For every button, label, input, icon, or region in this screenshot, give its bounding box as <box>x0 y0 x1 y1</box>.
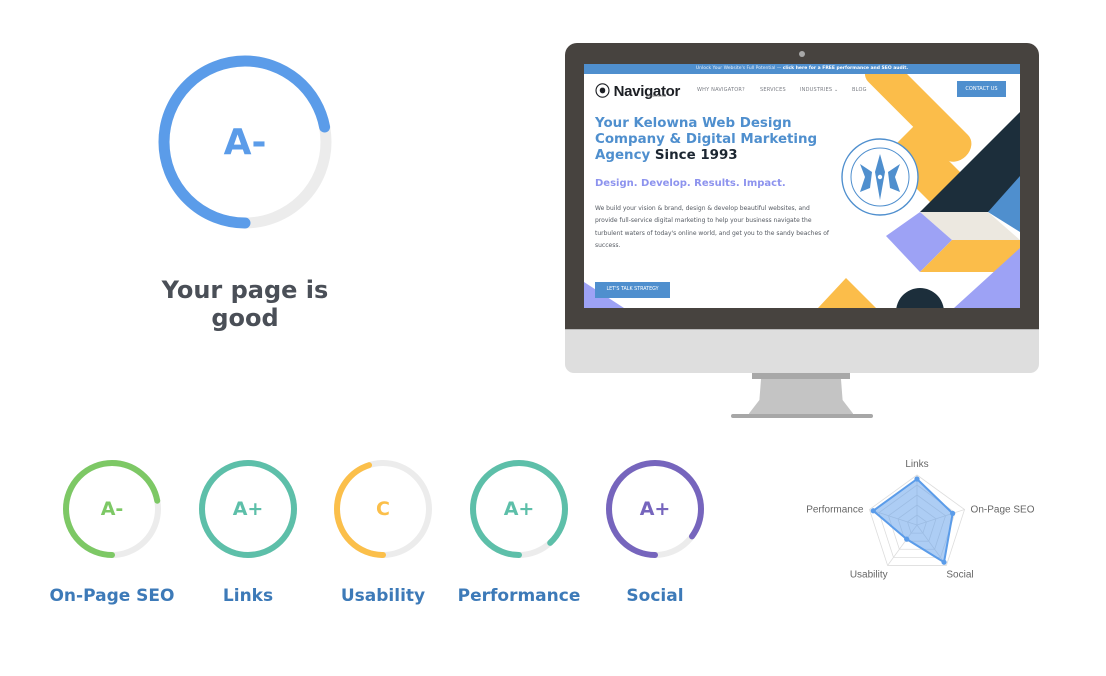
art-lavender-triangle <box>954 248 1020 308</box>
category-social: A+ Social <box>590 452 720 612</box>
hero-title: Your Kelowna Web Design Company & Digita… <box>595 116 835 164</box>
category-links: A+ Links <box>183 452 313 612</box>
radar-axis-label: Social <box>946 569 973 580</box>
monitor-stand-shadow <box>752 373 850 379</box>
radar-point-performance[interactable] <box>870 508 876 514</box>
radar-point-on-page-seo[interactable] <box>950 510 956 517</box>
category-label: Performance <box>457 586 581 606</box>
hero-body-text: We build your vision & brand, design & d… <box>595 205 829 250</box>
art-cream-block <box>920 212 1020 240</box>
announcement-bar[interactable]: Unlock Your Website's Full Potential — c… <box>584 64 1020 74</box>
category-on-page-seo: A- On-Page SEO <box>47 452 177 612</box>
compass-icon: ⦿ <box>595 83 614 100</box>
category-grade: C <box>376 498 390 520</box>
category-grade: A+ <box>232 498 264 520</box>
category-label: On-Page SEO <box>49 586 175 606</box>
radar-axis-label: On-Page SEO <box>971 505 1035 516</box>
nav-link-why-navigator[interactable]: WHY NAVIGATOR? <box>697 87 745 93</box>
anniversary-badge <box>841 138 919 216</box>
art-yellow-triangle <box>818 278 876 308</box>
announcement-link[interactable]: click here for a FREE performance and SE… <box>783 66 908 71</box>
category-label: Usability <box>340 586 426 606</box>
nav-link-services[interactable]: SERVICES <box>760 87 786 93</box>
category-usability: C Usability <box>318 452 448 612</box>
website-screenshot: Unlock Your Website's Full Potential — c… <box>584 64 1020 308</box>
contact-us-button[interactable]: CONTACT US <box>957 81 1006 97</box>
monitor-stand <box>749 373 853 418</box>
hero-title-dark: Since 1993 <box>654 148 738 163</box>
art-navy-triangle <box>920 112 1020 212</box>
website-preview-monitor: Unlock Your Website's Full Potential — c… <box>565 43 1039 419</box>
category-radar-chart: Links On-Page SEO Social Usability Performan… <box>806 459 1035 580</box>
overall-grade: A- <box>223 121 267 163</box>
radar-series-area <box>871 477 954 564</box>
category-grade: A+ <box>639 498 671 520</box>
radar-axis-label: Usability <box>850 569 888 580</box>
category-label: Links <box>222 586 274 606</box>
site-logo[interactable]: ⦿ Navigator <box>595 80 680 101</box>
camera-dot <box>799 51 805 57</box>
art-lavender-diamond <box>886 212 952 272</box>
art-navy-circle <box>896 288 944 308</box>
category-grade: A+ <box>503 498 535 520</box>
hero-tagline: Design. Develop. Results. Impact. <box>595 178 786 189</box>
art-yellow-block <box>920 240 1020 272</box>
radar-axis-label: Performance <box>806 505 864 516</box>
radar-point-links[interactable] <box>914 476 920 482</box>
announcement-text: Unlock Your Website's Full Potential — <box>695 66 783 71</box>
monitor-chin <box>565 329 1039 373</box>
radar-point-social[interactable] <box>941 559 947 565</box>
art-yellow-band <box>884 126 972 214</box>
category-performance: A+ Performance <box>454 452 584 612</box>
art-blue-shape <box>988 176 1020 232</box>
nav-link-blog[interactable]: BLOG <box>852 87 867 93</box>
monitor-base <box>731 414 873 418</box>
radar-point-usability[interactable] <box>904 536 910 542</box>
radar-axis-label: Links <box>905 459 928 470</box>
nav-link-industries[interactable]: INDUSTRIES ⌄ <box>800 87 838 93</box>
overall-message: Your page is good <box>161 276 329 332</box>
category-grade: A- <box>100 498 124 520</box>
site-nav: ⦿ Navigator multimedia WHY NAVIGATOR? SE… <box>584 74 1020 100</box>
category-label: Social <box>626 586 684 606</box>
lets-talk-strategy-button[interactable]: LET'S TALK STRATEGY <box>595 282 670 298</box>
logo-subtitle: multimedia <box>646 94 666 98</box>
overall-score-panel: A- Your page is good <box>140 40 350 332</box>
